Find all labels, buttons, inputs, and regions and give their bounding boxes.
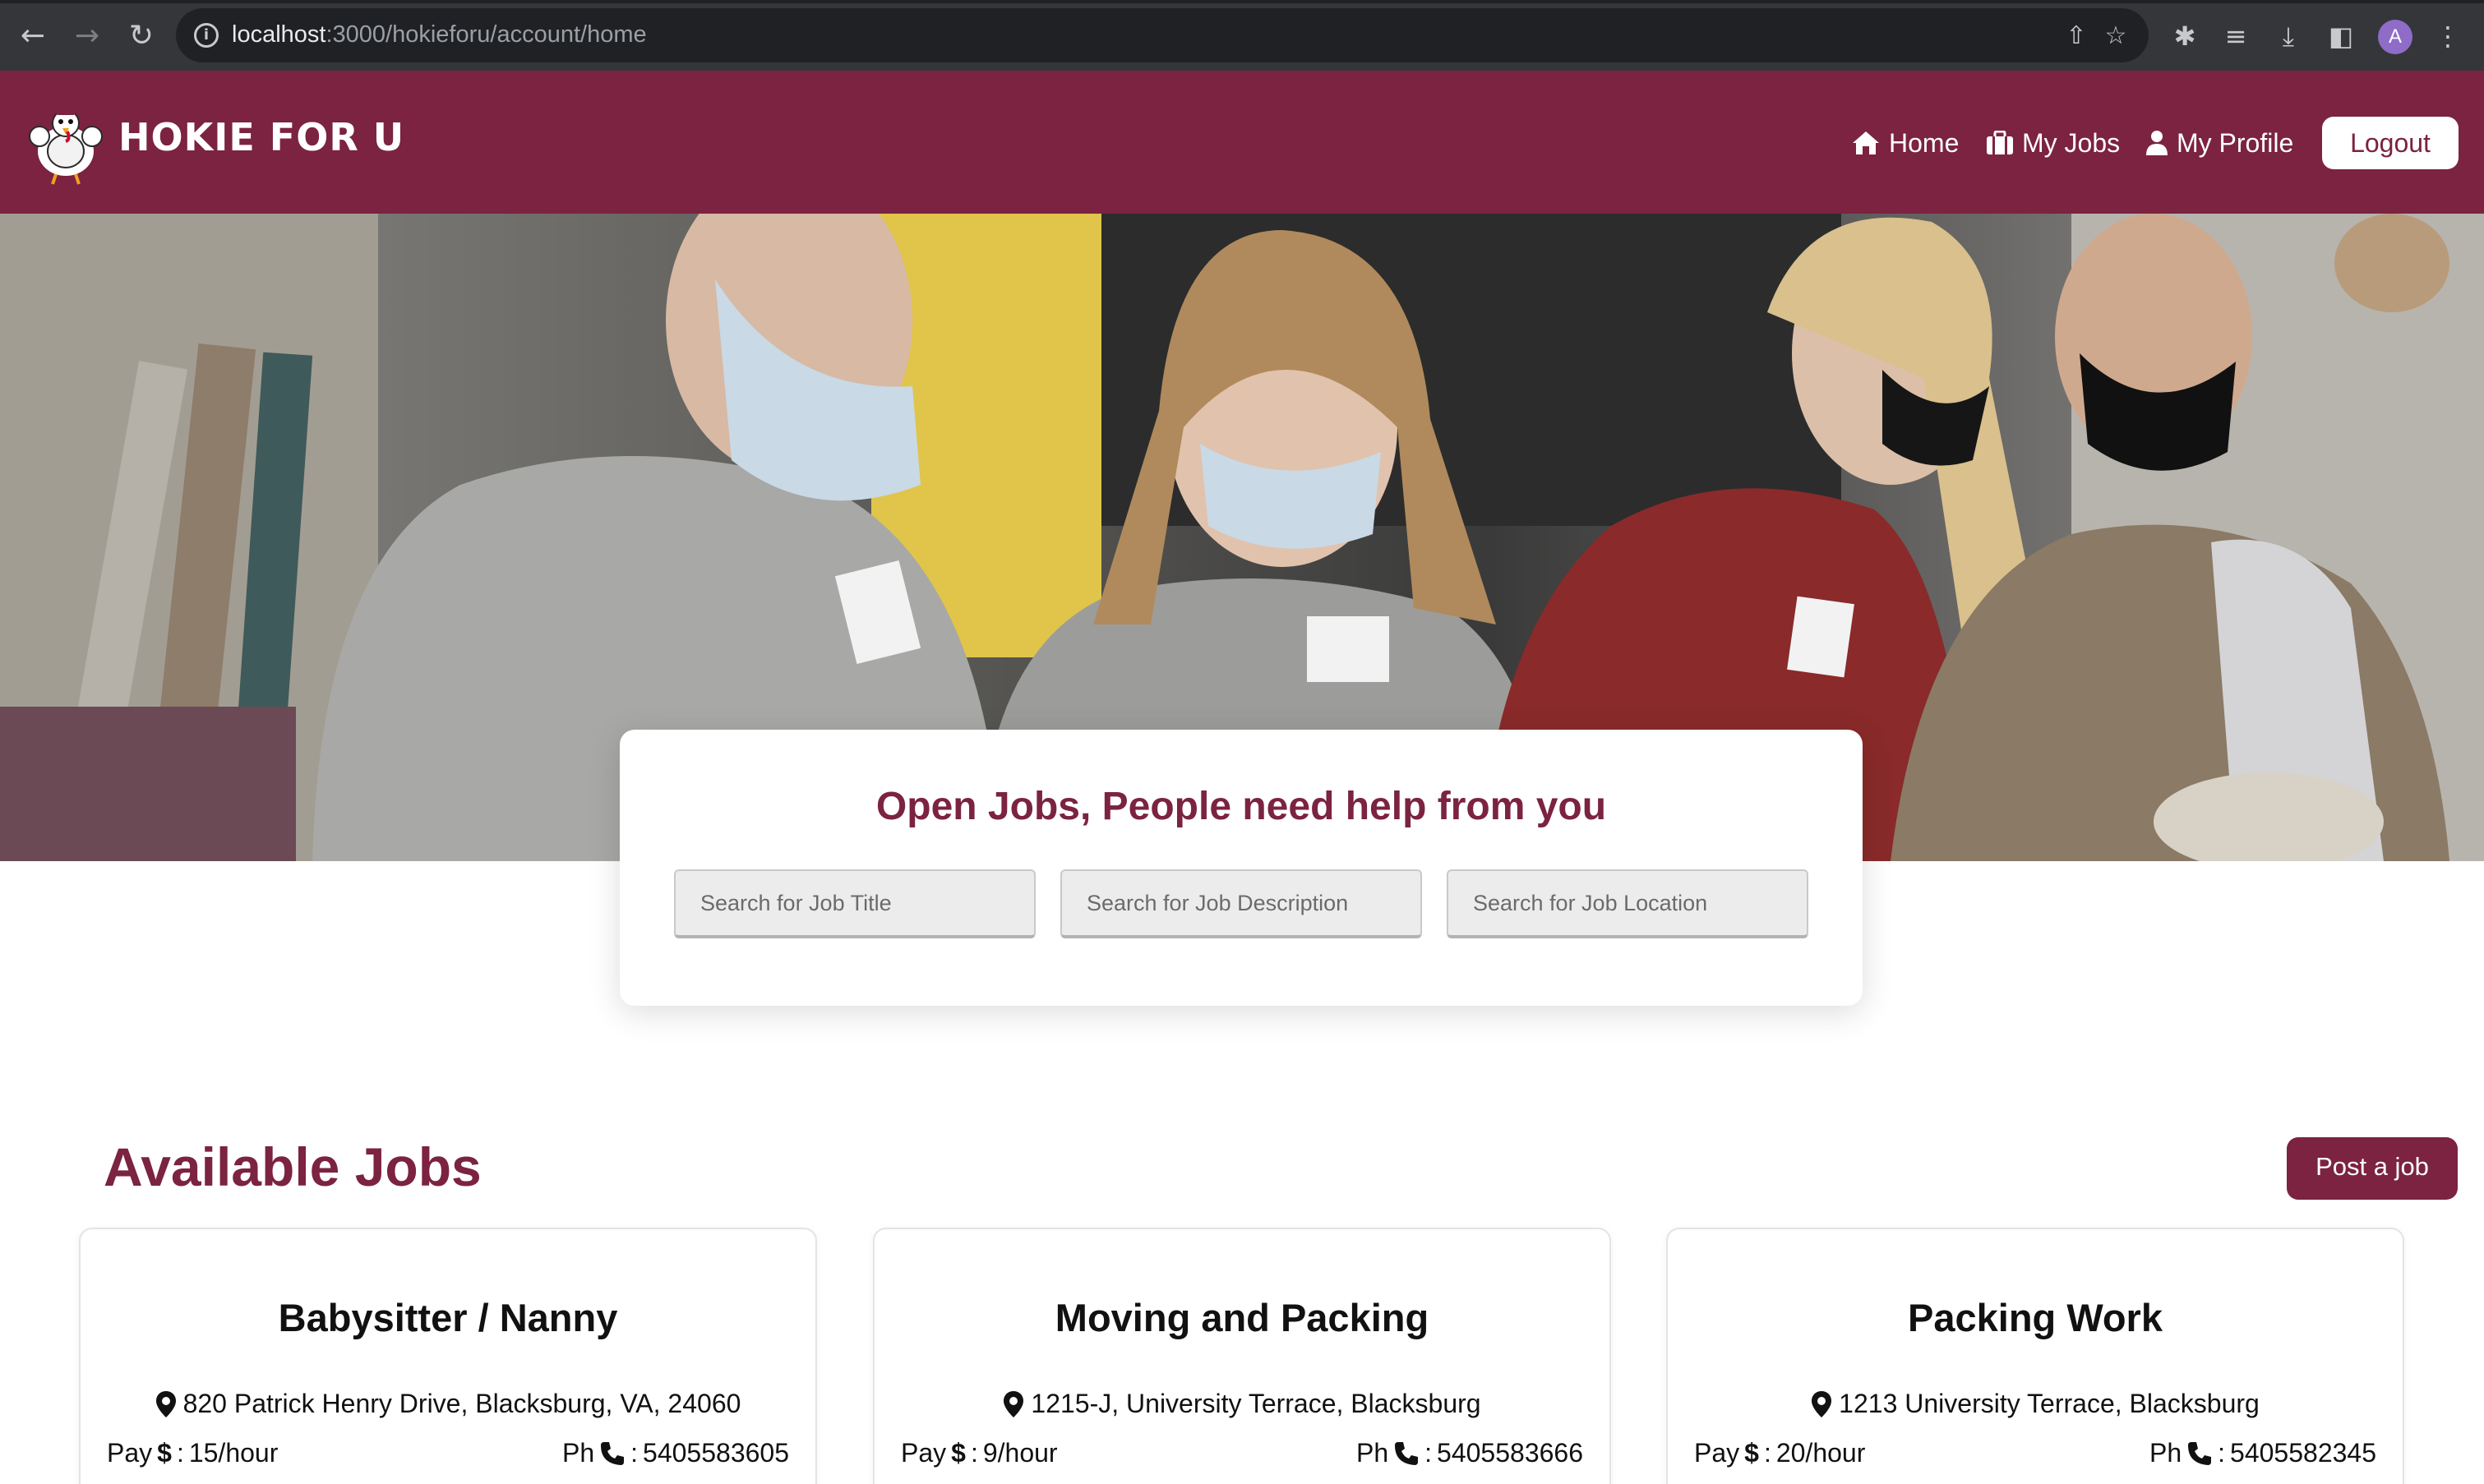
reading-list-icon[interactable]: ≡: [2218, 18, 2254, 54]
brand-name[interactable]: HOKIE FOR U: [118, 115, 404, 159]
back-icon[interactable]: ←: [15, 18, 51, 54]
nav-my-profile-label: My Profile: [2177, 127, 2294, 158]
page: ← → ↻ i localhost:3000/hokieforu/account…: [0, 0, 2484, 1484]
browser-toolbar: ← → ↻ i localhost:3000/hokieforu/account…: [0, 0, 2484, 71]
url-host: localhost: [232, 21, 326, 48]
job-pay: Pay $: 15/hour: [107, 1438, 279, 1468]
pay-label: Pay: [1694, 1438, 1740, 1468]
job-address: 820 Patrick Henry Drive, Blacksburg, VA,…: [81, 1389, 815, 1419]
job-card[interactable]: Moving and Packing 1215-J, University Te…: [873, 1228, 1611, 1484]
job-address-text: 1215-J, University Terrace, Blacksburg: [1031, 1389, 1481, 1418]
url-text[interactable]: localhost:3000/hokieforu/account/home: [232, 21, 647, 48]
logout-button[interactable]: Logout: [2322, 117, 2459, 169]
pay-label: Pay: [901, 1438, 947, 1468]
job-address-text: 1213 University Terrace, Blacksburg: [1839, 1389, 2260, 1418]
job-card[interactable]: Packing Work 1213 University Terrace, Bl…: [1666, 1228, 2404, 1484]
map-pin-icon: [1812, 1390, 1832, 1417]
dollar-icon: $: [1744, 1438, 1759, 1468]
phone-icon: [2188, 1441, 2212, 1465]
map-pin-icon: [155, 1390, 176, 1417]
pay-value: 20/hour: [1775, 1438, 1866, 1468]
forward-icon[interactable]: →: [69, 18, 105, 54]
job-title: Moving and Packing: [1055, 1296, 1429, 1339]
nav-home[interactable]: Home: [1851, 125, 1959, 161]
share-icon[interactable]: ⇧: [2060, 20, 2093, 53]
kebab-menu-icon[interactable]: ⋮: [2430, 18, 2466, 54]
phone-label: Ph: [562, 1438, 595, 1468]
phone-value: 5405582345: [2230, 1438, 2376, 1468]
job-phone: Ph : 5405583605: [562, 1438, 789, 1468]
search-card: Open Jobs, People need help from you: [620, 730, 1863, 1006]
nav-my-profile[interactable]: My Profile: [2145, 125, 2293, 161]
job-title: Babysitter / Nanny: [278, 1296, 618, 1339]
profile-avatar[interactable]: A: [2378, 20, 2412, 54]
job-address-text: 820 Patrick Henry Drive, Blacksburg, VA,…: [182, 1389, 741, 1418]
phone-value: 5405583666: [1437, 1438, 1583, 1468]
job-pay: Pay $: 20/hour: [1694, 1438, 1866, 1468]
phone-label: Ph: [2149, 1438, 2182, 1468]
job-title-search-input[interactable]: [674, 869, 1036, 938]
turkey-logo-icon[interactable]: [23, 104, 109, 186]
phone-icon: [1395, 1441, 1419, 1465]
job-address: 1213 University Terrace, Blacksburg: [1668, 1389, 2403, 1419]
pay-value: 15/hour: [188, 1438, 279, 1468]
phone-value: 5405583605: [643, 1438, 789, 1468]
home-icon: [1853, 131, 1879, 154]
phone-label: Ph: [1356, 1438, 1389, 1468]
nav-home-label: Home: [1889, 127, 1960, 158]
site-info-icon[interactable]: i: [194, 23, 219, 48]
side-panel-icon[interactable]: ◧: [2323, 18, 2359, 54]
briefcase-icon: [1987, 131, 2013, 154]
user-icon: [2146, 131, 2168, 155]
bookmark-star-icon[interactable]: ☆: [2099, 20, 2132, 53]
pay-label: Pay: [107, 1438, 153, 1468]
address-bar[interactable]: i localhost:3000/hokieforu/account/home …: [176, 8, 2149, 62]
post-job-button[interactable]: Post a job: [2287, 1137, 2458, 1200]
extensions-icon[interactable]: ✱: [2167, 18, 2203, 54]
download-icon[interactable]: ⤓: [2270, 18, 2306, 54]
nav-my-jobs-label: My Jobs: [2022, 127, 2121, 158]
browser-tabstrip-edge: [0, 0, 2484, 3]
phone-icon: [601, 1441, 625, 1465]
pay-value: 9/hour: [982, 1438, 1058, 1468]
reload-icon[interactable]: ↻: [123, 18, 159, 54]
app-navbar: HOKIE FOR U Home My Jobs My Profile Logo…: [0, 71, 2484, 214]
dollar-icon: $: [951, 1438, 966, 1468]
dollar-icon: $: [157, 1438, 172, 1468]
job-address: 1215-J, University Terrace, Blacksburg: [875, 1389, 1609, 1419]
url-path: :3000/hokieforu/account/home: [326, 21, 647, 48]
job-location-search-input[interactable]: [1447, 869, 1808, 938]
available-jobs-heading: Available Jobs: [104, 1136, 482, 1197]
search-heading: Open Jobs, People need help from you: [875, 785, 1607, 828]
map-pin-icon: [1004, 1390, 1024, 1417]
job-title: Packing Work: [1908, 1296, 2163, 1339]
nav-my-jobs[interactable]: My Jobs: [1986, 125, 2120, 161]
job-card[interactable]: Babysitter / Nanny 820 Patrick Henry Dri…: [79, 1228, 817, 1484]
job-description-search-input[interactable]: [1060, 869, 1422, 938]
job-pay: Pay $: 9/hour: [901, 1438, 1058, 1468]
job-phone: Ph : 5405582345: [2149, 1438, 2376, 1468]
job-phone: Ph : 5405583666: [1356, 1438, 1583, 1468]
